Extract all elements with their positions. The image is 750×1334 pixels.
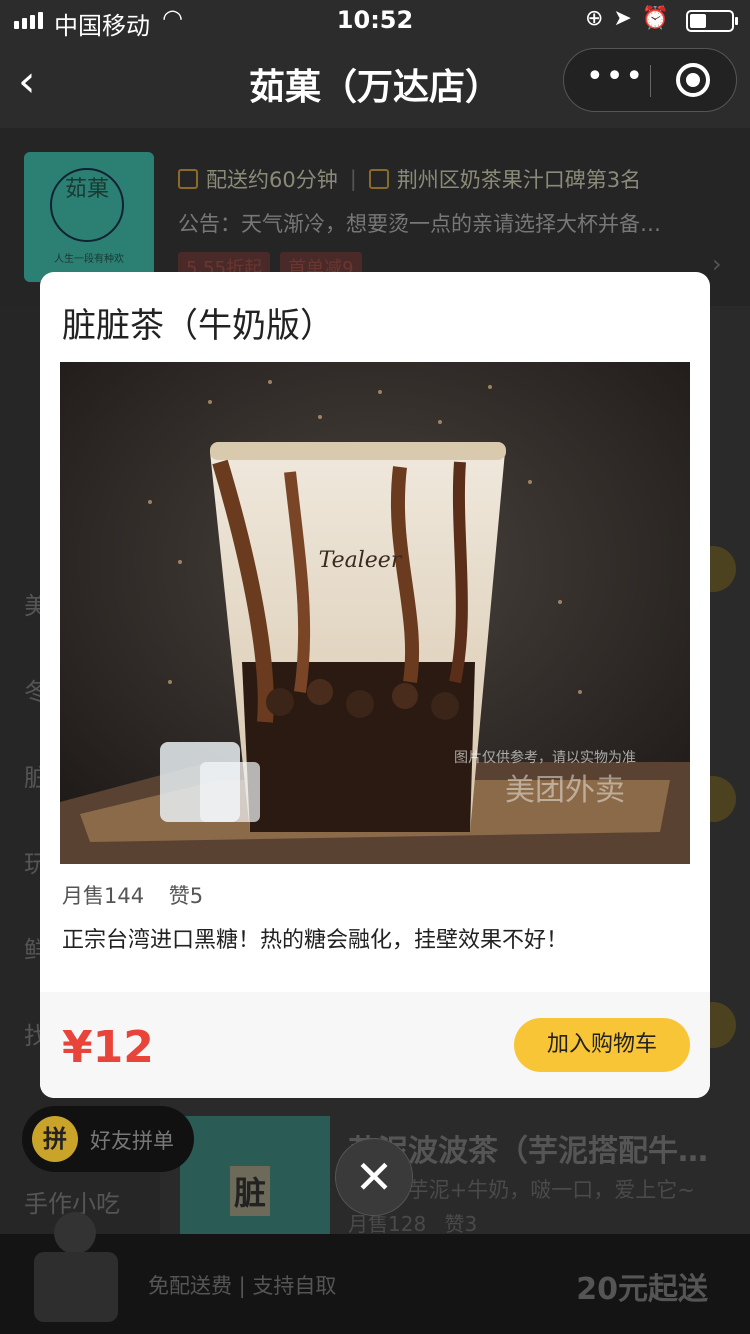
cart-bar: 免配送费 | 支持自取 20元起送 [0,1212,750,1334]
more-icon[interactable]: ••• [586,59,645,94]
status-icons: ⊕➤⏰ [585,6,680,31]
group-order-button[interactable]: 拼 好友拼单 [22,1106,194,1172]
group-order-label: 好友拼单 [90,1129,174,1153]
min-order: 20元起送 [576,1272,708,1307]
product-price: ¥12 [62,1022,154,1073]
delivery-time: 配送约60分钟 [206,168,338,192]
list-item[interactable]: 脏 芋泥波波茶（芋泥搭配牛… 珍珠+芋泥+牛奶，啵一口，爱上它~ 月售128 赞… [180,1116,750,1236]
chevron-right-icon[interactable]: › [712,250,722,278]
product-thumbnail: 脏 [180,1116,330,1234]
shop-ranking: 荆州区奶茶果汁口碑第3名 [396,168,642,192]
nav-bar: ‹ 茹菓（万达店） ••• [0,40,750,128]
delivery-rider-icon[interactable] [30,1212,118,1330]
cart-info: 免配送费 | 支持自取 [148,1274,337,1298]
capsule-divider [650,65,651,97]
shop-logo-slogan: 人生一段有种欢 [54,254,124,265]
modal-product-sales: 月售144 [62,884,145,908]
product-photo: Tealeer 图片仅供参考，请以实物为准 美团外卖 [60,362,690,864]
battery-icon [686,10,738,32]
product-sales: 月售128 [348,1212,427,1236]
thumbnail-label: 脏 [230,1166,271,1216]
ranking-icon [368,169,389,189]
modal-product-stats: 月售144 赞5 [62,880,203,910]
shop-logo[interactable]: 茹菓 人生一段有种欢 [24,152,154,282]
miniprogram-capsule: ••• [563,48,737,112]
close-miniprogram-icon[interactable] [676,63,710,97]
group-order-badge: 拼 [32,1116,78,1162]
shop-logo-text: 茹菓 [50,168,124,242]
status-bar: 中国移动 ◠ 10:52 ⊕➤⏰ [0,0,750,40]
clock-icon [178,169,198,189]
modal-footer: ¥12 加入购物车 [40,992,710,1098]
close-icon[interactable]: ✕ [335,1138,413,1216]
image-watermark-logo: 美团外卖 [505,773,625,808]
shop-meta: 配送约60分钟 | 荆州区奶茶果汁口碑第3名 [178,164,641,194]
cup-brand-text: Tealeer [319,548,403,573]
image-watermark-note: 图片仅供参考，请以实物为准 [454,749,636,766]
modal-product-description: 正宗台湾进口黑糖！热的糖会融化，挂壁效果不好！ [62,928,569,953]
modal-product-name: 脏脏茶（牛奶版） [62,306,334,346]
product-detail-modal: 脏脏茶（牛奶版） Tealeer 图片仅供参考，请以实物为准 美团外卖 月售14… [40,272,710,1098]
meta-separator: | [349,167,357,191]
modal-product-likes: 赞5 [168,884,204,908]
shop-notice: 公告：天气渐冷，想要烫一点的亲请选择大杯并备… [178,212,661,236]
add-to-cart-button[interactable]: 加入购物车 [514,1018,690,1072]
product-likes: 赞3 [444,1212,478,1236]
